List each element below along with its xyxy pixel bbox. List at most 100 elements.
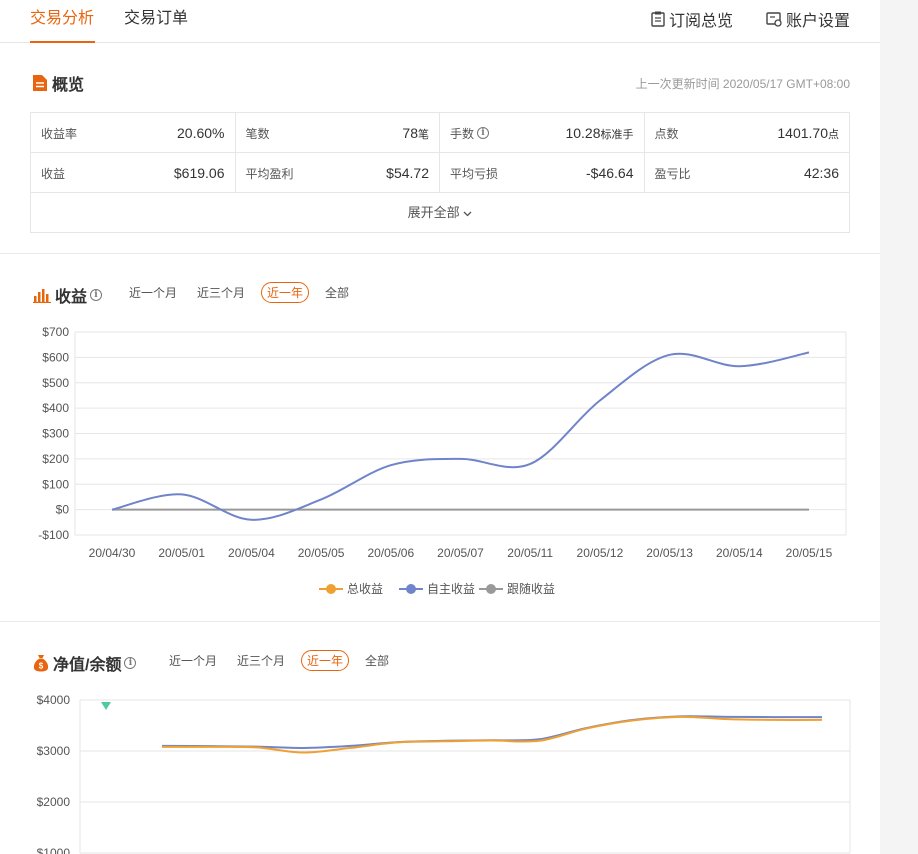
stat-label: 手数 i xyxy=(450,125,490,142)
x-tick-label: 20/05/13 xyxy=(646,546,693,560)
series-line xyxy=(161,715,823,754)
stat-value: -$46.64 xyxy=(586,165,634,181)
y-tick-label: $200 xyxy=(42,452,69,466)
x-tick-label: 20/05/15 xyxy=(786,546,833,560)
range-option[interactable]: 近三个月 xyxy=(233,650,289,671)
y-tick-label: $600 xyxy=(42,350,69,364)
x-tick-label: 20/05/06 xyxy=(367,546,414,560)
tab-trade-analysis[interactable]: 交易分析 xyxy=(30,0,95,43)
info-icon[interactable]: i xyxy=(90,289,103,301)
stat-win-loss-ratio: 盈亏比 42:36 xyxy=(645,153,850,193)
money-bag-icon: $ xyxy=(33,655,49,672)
stats-row: 收益率 20.60% 笔数 78笔 手数 i 10.28标准手 点数 1401.70点 xyxy=(31,113,849,153)
stat-label: 平均盈利 xyxy=(245,166,294,181)
subscribe-overview-link[interactable]: 订阅总览 xyxy=(651,9,734,30)
x-tick-label: 20/05/01 xyxy=(158,546,205,560)
page-scrollbar[interactable] xyxy=(880,0,918,854)
y-tick-label: -$100 xyxy=(38,528,69,542)
stat-value: $54.72 xyxy=(386,165,429,181)
stat-value: 10.28标准手 xyxy=(565,124,634,141)
svg-text:$: $ xyxy=(39,662,44,671)
equity-range-selector: 近一个月 近三个月 近一年 全部 xyxy=(165,650,405,671)
range-option-active[interactable]: 近一年 xyxy=(301,650,350,671)
overview-header: 概览 xyxy=(32,71,84,95)
y-tick-label: $4000 xyxy=(37,693,71,707)
stat-lots: 手数 i 10.28标准手 xyxy=(440,113,645,153)
x-tick-label: 20/04/30 xyxy=(89,546,136,560)
legend-marker xyxy=(326,584,336,594)
info-icon[interactable]: i xyxy=(124,657,137,669)
stat-label: 收益 xyxy=(41,166,66,181)
legend-marker xyxy=(406,584,416,594)
profit-header: 收益 i xyxy=(33,283,103,307)
section-divider xyxy=(0,253,880,254)
x-tick-label: 20/05/11 xyxy=(507,546,553,560)
stat-trade-count: 笔数 78笔 xyxy=(236,113,440,153)
stat-value: 78笔 xyxy=(402,124,429,141)
account-settings-link[interactable]: 账户设置 xyxy=(766,9,851,30)
legend-label: 自主收益 xyxy=(427,582,475,596)
tab-trade-orders[interactable]: 交易订单 xyxy=(124,0,188,43)
info-icon[interactable]: i xyxy=(477,127,490,139)
range-option[interactable]: 近三个月 xyxy=(193,282,249,303)
range-option-active[interactable]: 近一年 xyxy=(261,282,310,303)
profit-range-selector: 近一个月 近三个月 近一年 全部 xyxy=(125,282,365,303)
document-icon xyxy=(33,75,47,91)
stat-points: 点数 1401.70点 xyxy=(645,113,850,153)
legend-marker xyxy=(486,584,496,594)
settings-icon xyxy=(766,12,782,27)
y-tick-label: $0 xyxy=(56,503,70,517)
y-tick-label: $300 xyxy=(42,427,69,441)
stat-avg-profit: 平均盈利 $54.72 xyxy=(236,153,440,193)
y-tick-label: $3000 xyxy=(37,744,71,758)
x-tick-label: 20/05/12 xyxy=(577,546,624,560)
stats-row: 收益 $619.06 平均盈利 $54.72 平均亏损 -$46.64 盈亏比 42:3… xyxy=(31,153,849,193)
y-tick-label: $500 xyxy=(42,376,69,390)
y-tick-label: $700 xyxy=(42,325,69,339)
x-tick-label: 20/05/14 xyxy=(716,546,763,560)
legend-label: 跟随收益 xyxy=(507,581,555,596)
range-option[interactable]: 近一个月 xyxy=(165,650,221,671)
bar-chart-icon xyxy=(33,289,51,303)
stat-avg-loss: 平均亏损 -$46.64 xyxy=(440,153,645,193)
range-option[interactable]: 全部 xyxy=(361,650,393,671)
stat-value: 20.60% xyxy=(177,125,225,141)
y-tick-label: $1000 xyxy=(37,846,71,854)
x-tick-label: 20/05/04 xyxy=(228,546,275,560)
profit-title: 收益 xyxy=(55,289,88,306)
stat-value: 1401.70点 xyxy=(777,124,839,141)
clipboard-icon xyxy=(651,11,665,27)
expand-all-button[interactable]: 展开全部 xyxy=(31,193,849,233)
x-tick-label: 20/05/07 xyxy=(437,546,484,560)
last-updated-text: 上一次更新时间 2020/05/17 GMT+08:00 xyxy=(635,77,850,91)
chevron-down-icon xyxy=(463,211,472,217)
equity-chart: $1000 $2000 $3000 $4000 xyxy=(37,693,851,854)
equity-title: 净值/余额 xyxy=(53,657,122,674)
stat-value: $619.06 xyxy=(173,165,225,181)
stat-profit: 收益 $619.06 xyxy=(31,153,236,193)
stat-label: 笔数 xyxy=(245,126,270,141)
marker-triangle-icon xyxy=(101,702,111,710)
series-line xyxy=(161,715,823,749)
top-nav: 交易分析 交易订单 订阅总览 账户设置 xyxy=(0,0,880,43)
legend-item: 自主收益 xyxy=(399,582,475,596)
stat-value: 42:36 xyxy=(803,165,839,181)
subscribe-label: 订阅总览 xyxy=(669,13,734,30)
stat-label: 盈亏比 xyxy=(654,166,691,181)
series-line xyxy=(111,351,810,521)
stat-label: 收益率 xyxy=(41,126,78,141)
y-tick-label: $100 xyxy=(42,477,69,491)
range-option[interactable]: 全部 xyxy=(321,282,353,303)
section-divider xyxy=(0,621,880,622)
legend-label: 总收益 xyxy=(347,582,383,596)
overview-title: 概览 xyxy=(52,77,85,94)
equity-header: $ 净值/余额 i xyxy=(33,651,137,675)
settings-label: 账户设置 xyxy=(786,13,851,30)
range-option[interactable]: 近一个月 xyxy=(125,282,181,303)
y-tick-label: $400 xyxy=(42,401,69,415)
y-tick-label: $2000 xyxy=(37,795,71,809)
main-content: 交易分析 交易订单 订阅总览 账户设置 概览 上一次更新时间 2020/05/1… xyxy=(0,0,880,854)
legend-item: 跟随收益 xyxy=(479,581,555,596)
x-tick-label: 20/05/05 xyxy=(298,546,345,560)
profit-chart: -$100 $0 $100 $200 $300 $400 $500 $600 $700 20/04… xyxy=(38,325,847,596)
